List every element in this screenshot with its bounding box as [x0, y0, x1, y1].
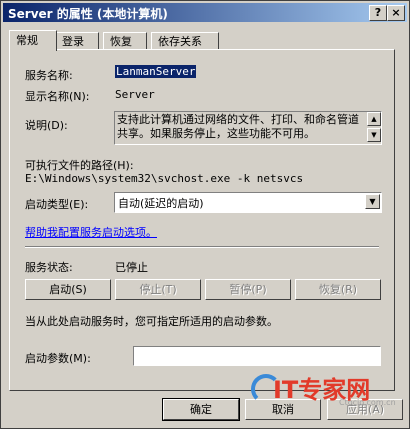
- properties-dialog: Server 的属性 (本地计算机) ? × 常规 登录 恢复 依存关系 服务名…: [0, 0, 410, 429]
- start-params-label: 启动参数(M):: [25, 352, 91, 365]
- resume-button[interactable]: 恢复(R): [295, 279, 381, 300]
- exe-path-value[interactable]: E:\Windows\system32\svchost.exe -k netsv…: [25, 172, 303, 185]
- tab-logon[interactable]: 登录: [55, 32, 99, 50]
- service-name-value[interactable]: LanmanServer: [115, 65, 197, 78]
- display-name-value[interactable]: Server: [115, 88, 155, 101]
- help-configure-link[interactable]: 帮助我配置服务启动选项。: [25, 224, 157, 240]
- tab-dependencies[interactable]: 依存关系: [151, 32, 219, 50]
- tab-recovery[interactable]: 恢复: [103, 32, 147, 50]
- description-label: 说明(D):: [25, 119, 68, 132]
- description-scrollbar[interactable]: ▲ ▼: [367, 112, 381, 144]
- scroll-down-icon[interactable]: ▼: [367, 128, 381, 142]
- chevron-down-icon[interactable]: ▼: [365, 194, 380, 209]
- start-params-hint: 当从此处启动服务时，您可指定所适用的启动参数。: [25, 315, 278, 328]
- tab-general[interactable]: 常规: [9, 30, 57, 51]
- close-icon[interactable]: ×: [387, 5, 405, 21]
- site-watermark: IT专家网 Ctocio.com.cn: [251, 370, 403, 410]
- scroll-up-icon[interactable]: ▲: [367, 112, 381, 126]
- description-box[interactable]: 支持此计算机通过网络的文件、打印、和命名管道共享。如果服务停止，这些功能不可用。…: [114, 111, 382, 145]
- title-bar: Server 的属性 (本地计算机) ? ×: [3, 3, 407, 22]
- start-params-input[interactable]: [133, 346, 381, 366]
- watermark-domain: Ctocio.com.cn: [339, 398, 396, 407]
- service-status-label: 服务状态:: [25, 261, 73, 274]
- window-title: Server 的属性 (本地计算机): [8, 7, 168, 21]
- exe-path-label: 可执行文件的路径(H):: [25, 159, 134, 172]
- start-button[interactable]: 启动(S): [25, 279, 111, 300]
- help-icon[interactable]: ?: [369, 5, 387, 21]
- startup-type-select[interactable]: 自动(延迟的启动) ▼: [114, 192, 382, 213]
- service-name-label: 服务名称:: [25, 69, 73, 82]
- pause-button[interactable]: 暂停(P): [205, 279, 291, 300]
- separator: [25, 246, 379, 248]
- startup-type-label: 启动类型(E):: [25, 198, 89, 211]
- display-name-label: 显示名称(N):: [25, 90, 90, 103]
- service-status-value: 已停止: [115, 261, 148, 274]
- description-text: 支持此计算机通过网络的文件、打印、和命名管道共享。如果服务停止，这些功能不可用。: [117, 113, 359, 140]
- stop-button[interactable]: 停止(T): [115, 279, 201, 300]
- ok-button[interactable]: 确定: [162, 398, 240, 421]
- startup-type-value: 自动(延迟的启动): [118, 197, 204, 210]
